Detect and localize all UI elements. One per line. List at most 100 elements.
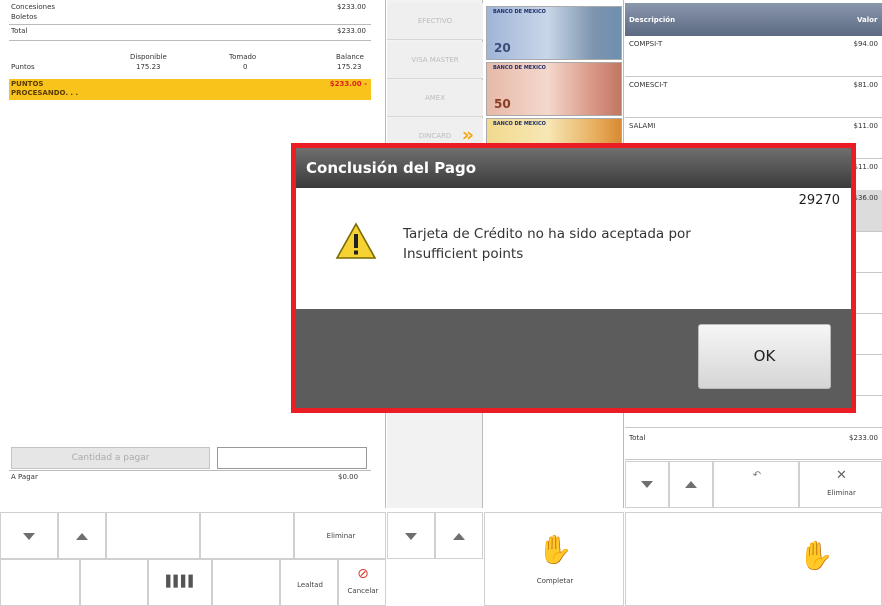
total-label: Total xyxy=(11,27,28,35)
cancel-label: Cancelar xyxy=(347,587,379,595)
dialog-message-line: Insufficient points xyxy=(403,246,524,262)
empty-toolbar-cell xyxy=(212,559,280,606)
points-row-status: PROCESANDO. . . xyxy=(11,89,79,97)
divider xyxy=(9,40,371,41)
puntos-balance: 175.23 xyxy=(337,63,362,71)
points-payment-row[interactable]: PUNTOS PROCESANDO. . . $233.00 - xyxy=(9,79,371,100)
puntos-label: Puntos xyxy=(11,63,35,71)
down-arrow-icon xyxy=(405,533,417,540)
up-arrow-icon xyxy=(453,533,465,540)
points-row-label: PUNTOS xyxy=(11,80,44,88)
items-table-header: Descripción Valor xyxy=(625,3,882,36)
dialog-message-line: Tarjeta de Crédito no ha sido aceptada p… xyxy=(403,226,691,242)
points-header-row: Disponible Tomado Balance xyxy=(0,53,370,63)
items-total-value: $233.00 xyxy=(849,434,878,442)
col-tomado: Tomado xyxy=(229,53,257,61)
table-row[interactable]: COMESCI-T $81.00 xyxy=(625,77,882,118)
empty-toolbar-cell xyxy=(80,559,148,606)
item-value: $94.00 xyxy=(853,40,879,48)
up-arrow-icon xyxy=(685,481,697,488)
item-value: $11.00 xyxy=(853,122,879,130)
barcode-icon: ▌▌▌▌ xyxy=(166,575,197,588)
hands-icon: ✋ xyxy=(537,533,573,566)
payment-efectivo-button[interactable]: EFECTIVO xyxy=(387,3,483,40)
banknote-20[interactable]: BANCO DE MEXICO 20 xyxy=(486,6,622,60)
loyalty-button[interactable]: Lealtad xyxy=(280,559,338,606)
down-arrow-icon xyxy=(641,481,653,488)
payment-amex-button[interactable]: AMEX xyxy=(387,80,483,117)
ok-button[interactable]: OK xyxy=(698,324,831,389)
items-total-row: Total $233.00 xyxy=(625,428,882,460)
delete-item-label: Eliminar xyxy=(827,489,856,497)
close-icon: ✕ xyxy=(836,468,847,483)
barcode-button[interactable]: ▌▌▌▌ xyxy=(148,559,212,606)
repeat-order-button[interactable]: ↶ xyxy=(713,461,799,508)
table-row[interactable]: COMPSI-T $94.00 xyxy=(625,36,882,77)
col-value: Valor xyxy=(857,16,878,24)
dialog-body: 29270 Tarjeta de Crédito no ha sido acep… xyxy=(296,188,851,309)
items-total-label: Total xyxy=(629,434,646,442)
banknote-label: BANCO DE MEXICO xyxy=(493,65,546,71)
dialog-message: Tarjeta de Crédito no ha sido aceptada p… xyxy=(403,224,823,264)
delete-payment-label: Eliminar xyxy=(326,532,356,540)
divider xyxy=(9,470,371,471)
payment-conclusion-dialog: Conclusión del Pago 29270 Tarjeta de Cré… xyxy=(291,143,856,413)
item-value: $11.00 xyxy=(853,163,879,171)
scroll-up-button-left[interactable] xyxy=(58,512,106,559)
banknote-label: BANCO DE MEXICO xyxy=(493,9,546,15)
banknote-value: 20 xyxy=(494,41,511,55)
cancel-button[interactable]: ⊘ Cancelar xyxy=(338,559,386,606)
banknote-value: 50 xyxy=(494,97,511,111)
concesiones-label: Concesiones xyxy=(11,3,56,11)
amount-input[interactable] xyxy=(217,447,367,469)
divider xyxy=(9,24,371,25)
pos-screen: Concesiones $233.00 Boletos Total $233.0… xyxy=(0,0,882,606)
boletos-row: Boletos xyxy=(0,13,370,23)
puntos-disponible: 175.23 xyxy=(136,63,161,71)
item-value: $36.00 xyxy=(853,194,879,202)
up-arrow-icon xyxy=(76,533,88,540)
empty-toolbar-cell xyxy=(106,512,200,559)
delete-item-button[interactable]: ✕ Eliminar xyxy=(799,461,882,508)
banknote-label: BANCO DE MEXICO xyxy=(493,121,546,127)
dialog-footer: OK xyxy=(296,309,851,408)
boletos-label: Boletos xyxy=(11,13,38,21)
empty-toolbar-cell xyxy=(200,512,294,559)
points-row-value: $233.00 - xyxy=(329,80,367,88)
payment-visa-master-button[interactable]: VISA MASTER xyxy=(387,42,483,79)
chevron-right-icon: » xyxy=(461,124,474,146)
payment-dincard-label: DINCARD xyxy=(418,132,452,140)
scroll-down-button-left[interactable] xyxy=(0,512,58,559)
concesiones-row: Concesiones $233.00 xyxy=(0,3,370,13)
col-balance: Balance xyxy=(336,53,364,61)
puntos-row: Puntos 175.23 0 175.23 xyxy=(0,63,370,73)
total-row: Total $233.00 xyxy=(0,27,370,37)
complete-button[interactable]: ✋ Completar xyxy=(484,512,624,606)
delete-payment-button[interactable]: Eliminar xyxy=(294,512,386,559)
loyalty-label: Lealtad xyxy=(297,581,323,589)
item-desc: COMESCI-T xyxy=(629,81,668,89)
banknote-50[interactable]: BANCO DE MEXICO 50 xyxy=(486,62,622,116)
cancel-icon: ⊘ xyxy=(357,566,369,582)
dialog-title: Conclusión del Pago xyxy=(296,148,851,188)
scroll-up-button-mid[interactable] xyxy=(435,512,483,559)
concesiones-value: $233.00 xyxy=(337,3,366,11)
down-arrow-icon xyxy=(23,533,35,540)
col-description: Descripción xyxy=(629,16,676,24)
warning-icon xyxy=(335,222,377,259)
scroll-down-button[interactable] xyxy=(625,461,669,508)
col-disponible: Disponible xyxy=(130,53,167,61)
item-desc: COMPSI-T xyxy=(629,40,663,48)
repeat-icon: ↶ xyxy=(752,470,762,481)
item-desc: SALAMI xyxy=(629,122,656,130)
amount-to-pay-button[interactable]: Cantidad a pagar xyxy=(11,447,210,469)
puntos-tomado: 0 xyxy=(243,63,248,71)
hands-icon: ✋ xyxy=(798,539,834,572)
item-value: $81.00 xyxy=(853,81,879,89)
scroll-down-button-mid[interactable] xyxy=(387,512,435,559)
apagar-value: $0.00 xyxy=(338,473,359,481)
scroll-up-button[interactable] xyxy=(669,461,713,508)
sign-button[interactable]: ✋ xyxy=(625,512,882,606)
dialog-code: 29270 xyxy=(798,193,840,208)
complete-label: Completar xyxy=(536,577,574,585)
